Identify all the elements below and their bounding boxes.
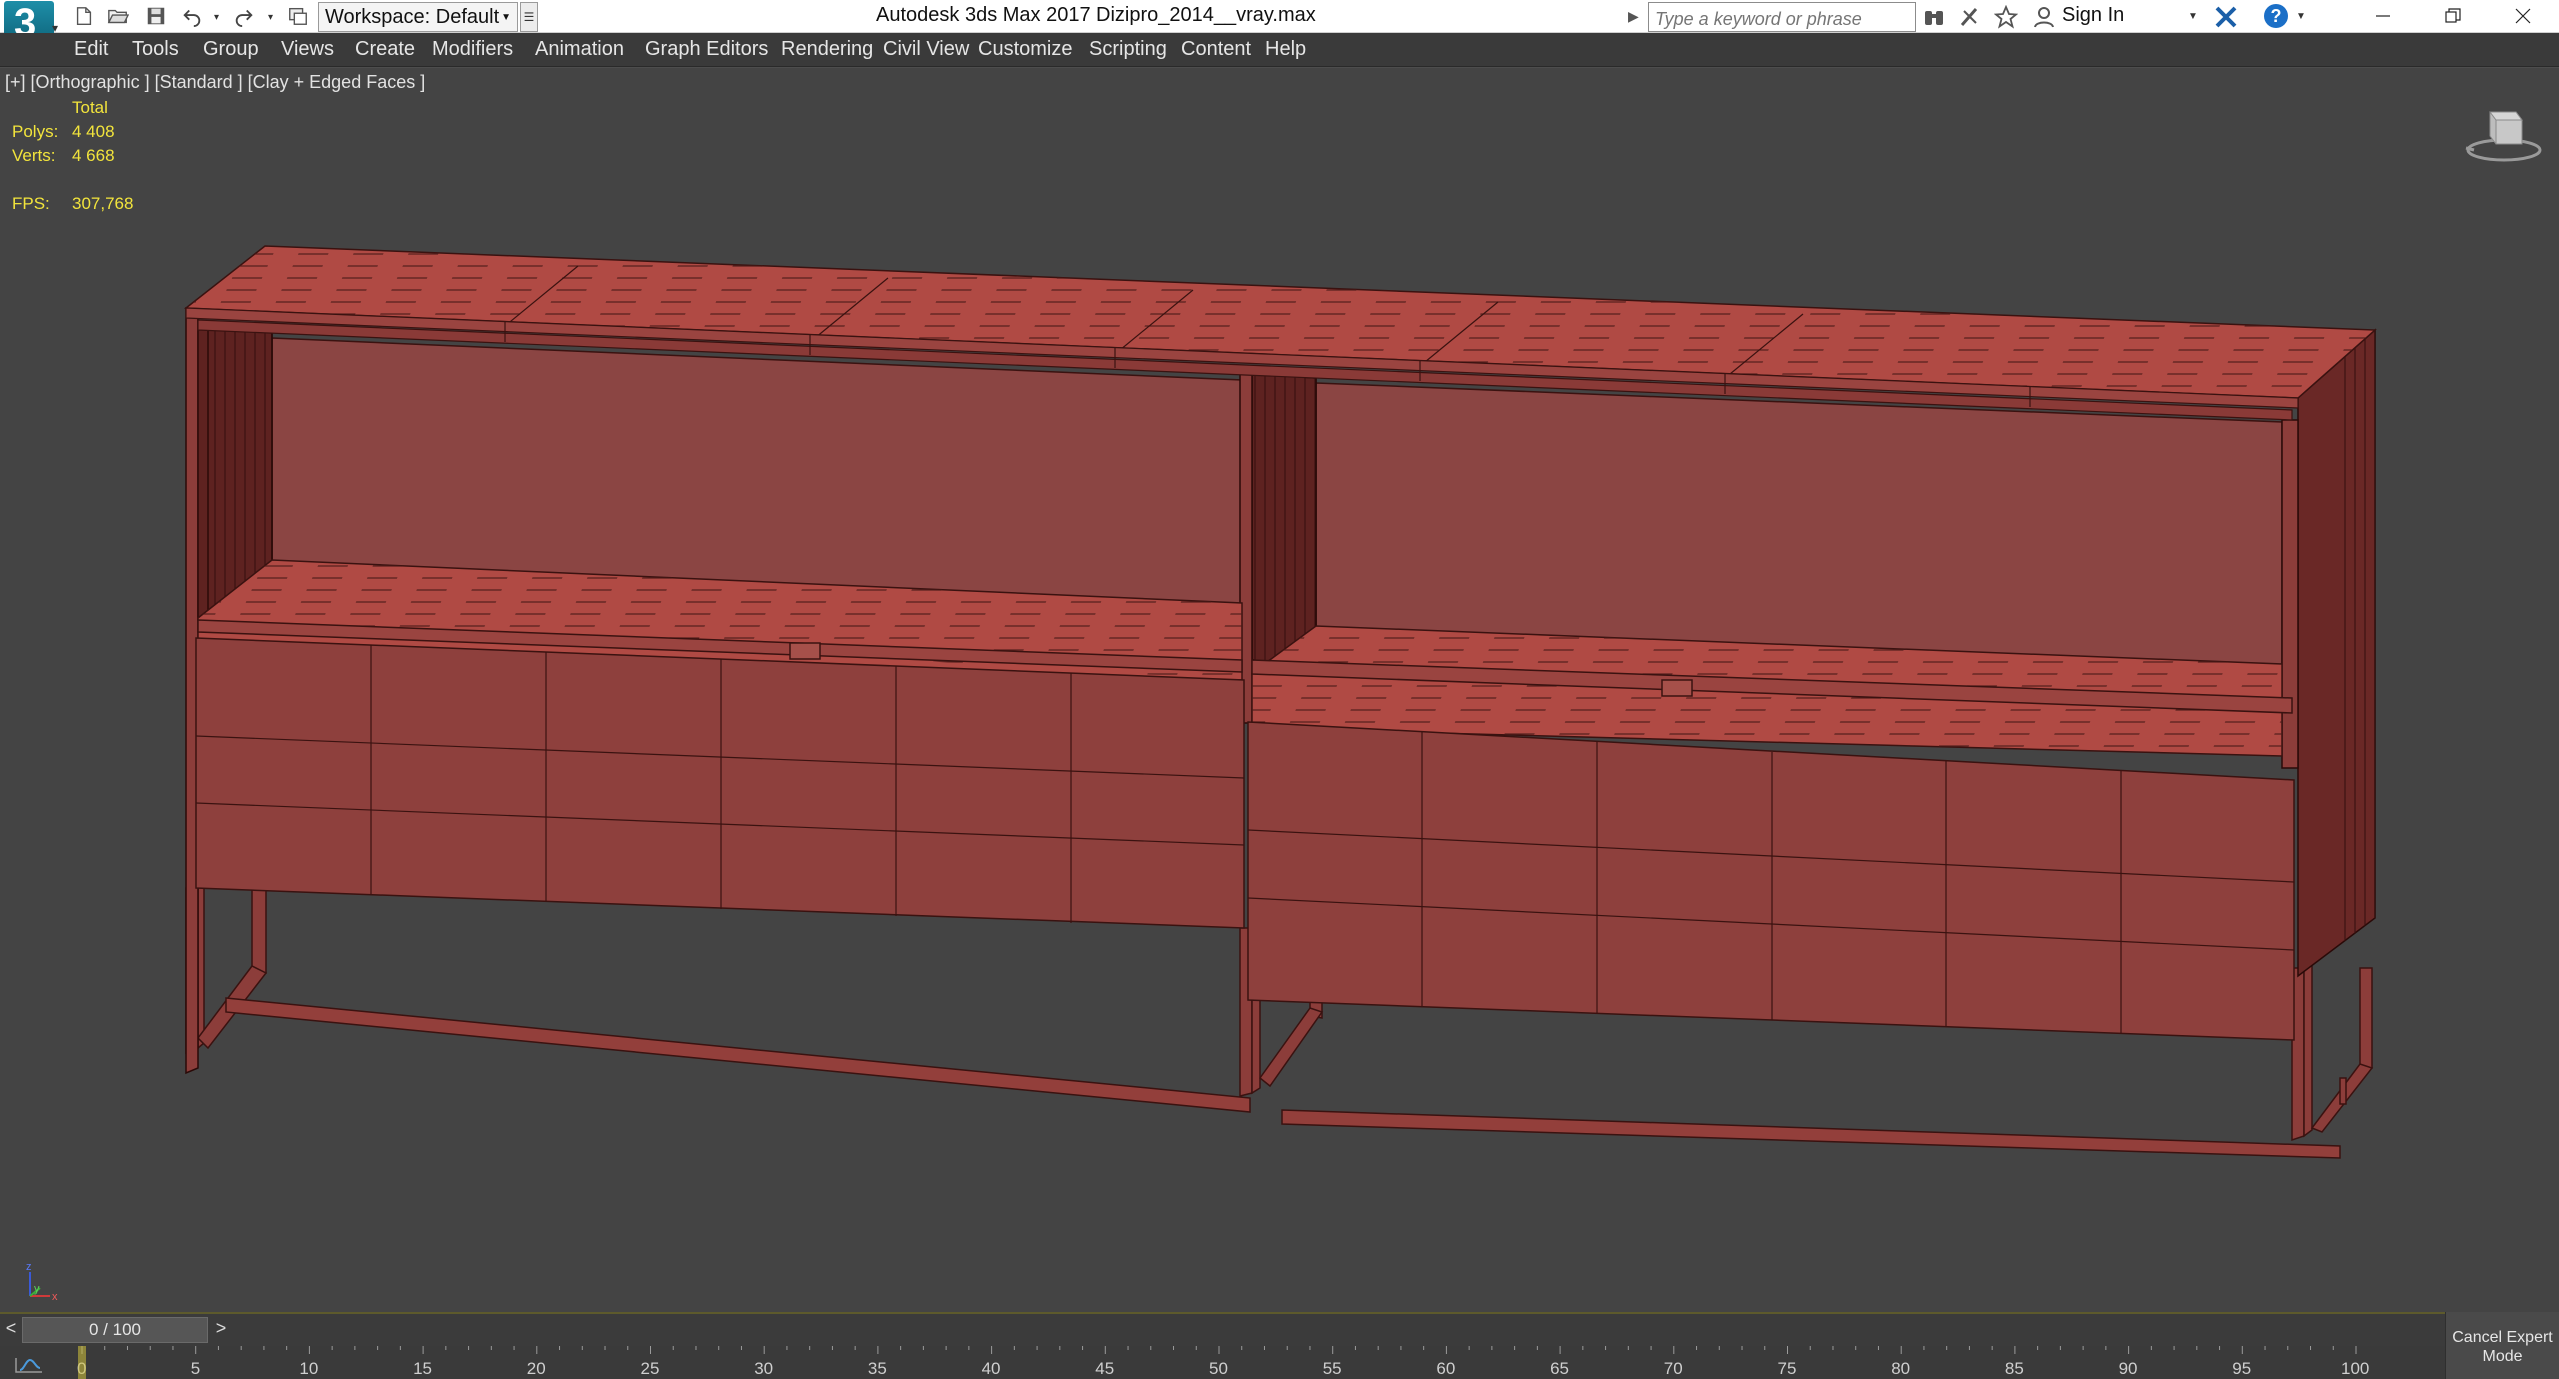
ruler-tick-label: 5 bbox=[191, 1359, 200, 1378]
stats-header: Total bbox=[72, 98, 108, 117]
project-icon[interactable] bbox=[284, 3, 312, 29]
ruler-tick-label: 25 bbox=[641, 1359, 660, 1378]
ruler-tick-label: 85 bbox=[2005, 1359, 2024, 1378]
menu-group[interactable]: Group bbox=[203, 38, 259, 61]
file-title: Dizipro_2014__vray.max bbox=[1096, 4, 1316, 26]
menu-create[interactable]: Create bbox=[355, 38, 415, 61]
ruler-tick-label: 100 bbox=[2341, 1359, 2369, 1378]
ruler-tick-label: 65 bbox=[1550, 1359, 1569, 1378]
fps-value: 307,768 bbox=[72, 194, 134, 213]
verts-value: 4 668 bbox=[72, 146, 115, 165]
ruler-tick-label: 30 bbox=[754, 1359, 773, 1378]
next-frame-button[interactable]: > bbox=[210, 1318, 232, 1342]
new-file-icon[interactable] bbox=[70, 3, 98, 29]
ruler-tick-label: 40 bbox=[982, 1359, 1001, 1378]
polys-label: Polys: bbox=[12, 122, 59, 141]
time-slider[interactable]: 0 / 100 bbox=[22, 1317, 208, 1343]
close-icon[interactable] bbox=[2488, 0, 2558, 32]
chevron-down-icon: ▼ bbox=[501, 12, 511, 23]
title-bar: 3 ▾ ▾ ▾ Workspace: Default ▼ ☰ Autodesk … bbox=[0, 0, 2559, 51]
menu-graph-editors[interactable]: Graph Editors bbox=[645, 38, 768, 61]
save-icon[interactable] bbox=[142, 3, 170, 29]
ruler-tick-label: 45 bbox=[1095, 1359, 1114, 1378]
ruler-tick-label: 35 bbox=[868, 1359, 887, 1378]
minimize-icon[interactable] bbox=[2348, 0, 2418, 32]
viewport[interactable]: [+] [Orthographic ] [Standard ] [Clay + … bbox=[0, 67, 2559, 1312]
polys-value: 4 408 bbox=[72, 122, 115, 141]
search-expand-icon[interactable]: ▶ bbox=[1628, 8, 1639, 25]
ruler-tick-label: 80 bbox=[1891, 1359, 1910, 1378]
menu-rendering[interactable]: Rendering bbox=[781, 38, 873, 61]
menu-animation[interactable]: Animation bbox=[535, 38, 624, 61]
right-side-panel bbox=[2297, 328, 2376, 978]
axis-tripod-icon: z y x bbox=[26, 1261, 58, 1303]
drawer-bank-left bbox=[195, 637, 1245, 929]
svg-text:y: y bbox=[34, 1283, 40, 1295]
viewcube-icon[interactable] bbox=[2464, 98, 2544, 168]
ruler-tick-label: 55 bbox=[1323, 1359, 1342, 1378]
track-bar[interactable]: 0510152025303540455055606570758085909510… bbox=[0, 1346, 2445, 1379]
ruler-tick-label: 90 bbox=[2119, 1359, 2138, 1378]
binoculars-icon[interactable] bbox=[1920, 4, 1948, 30]
app-title: Autodesk 3ds Max 2017 bbox=[876, 4, 1091, 26]
menu-tools[interactable]: Tools bbox=[132, 38, 179, 61]
menu-edit[interactable]: Edit bbox=[74, 38, 108, 61]
ruler-tick-label: 60 bbox=[1436, 1359, 1455, 1378]
redo-history-chevron-icon[interactable]: ▾ bbox=[268, 12, 273, 23]
workspace-dropdown[interactable]: Workspace: Default ▼ bbox=[318, 2, 518, 32]
ruler-tick-label: 10 bbox=[299, 1359, 318, 1378]
scene-render[interactable] bbox=[0, 68, 2559, 1313]
menu-bar: Edit Tools Group Views Create Modifiers … bbox=[0, 33, 2559, 67]
chevron-down-icon[interactable]: ▼ bbox=[2296, 11, 2306, 22]
svg-text:z: z bbox=[26, 1261, 32, 1273]
cancel-expert-mode-button[interactable]: Cancel Expert Mode bbox=[2445, 1312, 2559, 1379]
previous-frame-button[interactable]: < bbox=[0, 1318, 22, 1342]
menu-customize[interactable]: Customize bbox=[978, 38, 1072, 61]
user-icon[interactable] bbox=[2030, 4, 2058, 30]
restore-icon[interactable] bbox=[2418, 0, 2488, 32]
drawer-bank-right bbox=[1247, 721, 2295, 1041]
menu-civil-view[interactable]: Civil View bbox=[883, 38, 969, 61]
right-front-edge bbox=[2281, 419, 2299, 769]
track-ruler[interactable]: 0510152025303540455055606570758085909510… bbox=[0, 1346, 2445, 1379]
open-file-icon[interactable] bbox=[104, 3, 132, 29]
current-frame-marker[interactable] bbox=[78, 1346, 86, 1379]
workspace-options-button[interactable]: ☰ bbox=[520, 2, 538, 32]
chevron-down-icon[interactable]: ▼ bbox=[2188, 11, 2198, 22]
fps-label: FPS: bbox=[12, 194, 50, 213]
favorites-icon[interactable] bbox=[1992, 4, 2020, 30]
verts-label: Verts: bbox=[12, 146, 56, 165]
menu-modifiers[interactable]: Modifiers bbox=[432, 38, 513, 61]
menu-scripting[interactable]: Scripting bbox=[1089, 38, 1167, 61]
ruler-tick-label: 20 bbox=[527, 1359, 546, 1378]
workspace-label: Workspace: Default bbox=[325, 6, 500, 28]
svg-text:x: x bbox=[52, 1291, 58, 1303]
menu-content[interactable]: Content bbox=[1181, 38, 1251, 61]
redo-icon[interactable] bbox=[230, 3, 258, 29]
time-slider-bar: < 0 / 100 > bbox=[0, 1312, 2559, 1346]
undo-icon[interactable] bbox=[178, 3, 206, 29]
ruler-tick-label: 15 bbox=[413, 1359, 432, 1378]
undo-history-chevron-icon[interactable]: ▾ bbox=[214, 12, 219, 23]
menu-views[interactable]: Views bbox=[281, 38, 334, 61]
search-input[interactable] bbox=[1648, 2, 1916, 32]
ruler-tick-label: 70 bbox=[1664, 1359, 1683, 1378]
menu-help[interactable]: Help bbox=[1265, 38, 1306, 61]
viewport-label-menu[interactable]: [+] [Orthographic ] [Standard ] [Clay + … bbox=[5, 72, 425, 93]
ruler-tick-label: 50 bbox=[1209, 1359, 1228, 1378]
help-icon[interactable]: ? bbox=[2264, 4, 2288, 28]
communication-center-icon[interactable] bbox=[1956, 4, 1984, 30]
exchange-icon[interactable] bbox=[2212, 4, 2240, 30]
ruler-tick-label: 95 bbox=[2232, 1359, 2251, 1378]
ruler-tick-label: 75 bbox=[1778, 1359, 1797, 1378]
sign-in-link[interactable]: Sign In bbox=[2062, 4, 2124, 27]
